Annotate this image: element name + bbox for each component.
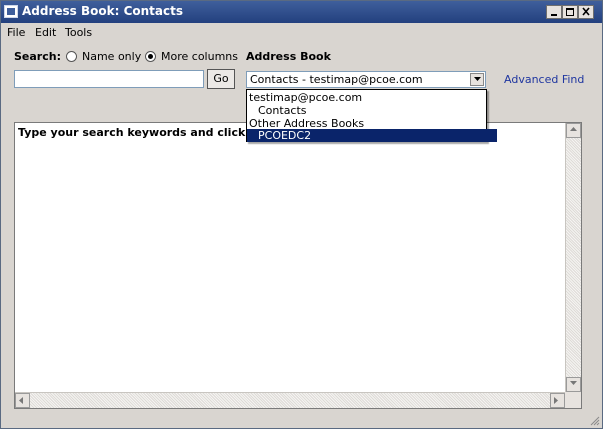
more-columns-radio[interactable] (145, 51, 156, 62)
dropdown-item-testimap[interactable]: testimap@pcoe.com (247, 91, 488, 104)
minimize-icon (551, 14, 557, 16)
horizontal-scrollbar[interactable] (15, 392, 565, 408)
menu-bar: File Edit Tools (1, 23, 602, 41)
dropdown-item-pcoedc2[interactable]: PCOEDC2 (247, 129, 497, 142)
close-button[interactable] (578, 5, 594, 19)
advanced-find-link[interactable]: Advanced Find (504, 73, 584, 86)
address-book-window: Address Book: Contacts File Edit Tools S… (0, 0, 603, 429)
chevron-down-icon (474, 77, 481, 81)
scrollbar-corner (565, 392, 581, 408)
arrow-right-icon (554, 397, 558, 404)
menu-edit[interactable]: Edit (35, 26, 56, 39)
arrow-up-icon (570, 127, 577, 131)
name-only-label[interactable]: Name only (82, 50, 141, 63)
window-title: Address Book: Contacts (22, 4, 183, 18)
scroll-up-button[interactable] (566, 123, 581, 138)
maximize-button[interactable] (562, 5, 578, 19)
go-button[interactable]: Go (207, 69, 235, 89)
address-book-dropdown-list[interactable]: testimap@pcoe.com Contacts Other Address… (246, 89, 497, 142)
address-book-label: Address Book (246, 50, 331, 63)
menu-file[interactable]: File (7, 26, 25, 39)
title-bar[interactable]: Address Book: Contacts (1, 1, 602, 23)
results-pane: Type your search keywords and click 'Go'… (14, 122, 582, 409)
search-input[interactable] (14, 70, 204, 88)
arrow-left-icon (19, 397, 23, 404)
scroll-left-button[interactable] (15, 393, 30, 408)
minimize-button[interactable] (546, 5, 562, 19)
scroll-down-button[interactable] (566, 377, 581, 392)
address-book-select-value: Contacts - testimap@pcoe.com (250, 73, 423, 86)
resize-grip-icon[interactable] (590, 416, 600, 426)
menu-tools[interactable]: Tools (65, 26, 92, 39)
scroll-right-button[interactable] (550, 393, 565, 408)
vertical-scrollbar[interactable] (565, 123, 581, 392)
search-label: Search: (14, 50, 61, 63)
dropdown-button[interactable] (470, 73, 484, 86)
arrow-down-icon (570, 381, 577, 385)
close-icon (582, 7, 590, 16)
address-book-icon (4, 5, 18, 18)
results-message: Type your search keywords and click 'Go'… (18, 126, 277, 139)
dropdown-item-contacts[interactable]: Contacts (247, 104, 497, 117)
name-only-radio[interactable] (66, 51, 77, 62)
maximize-icon (566, 8, 574, 16)
address-book-select[interactable]: Contacts - testimap@pcoe.com (246, 71, 486, 88)
more-columns-label[interactable]: More columns (161, 50, 238, 63)
